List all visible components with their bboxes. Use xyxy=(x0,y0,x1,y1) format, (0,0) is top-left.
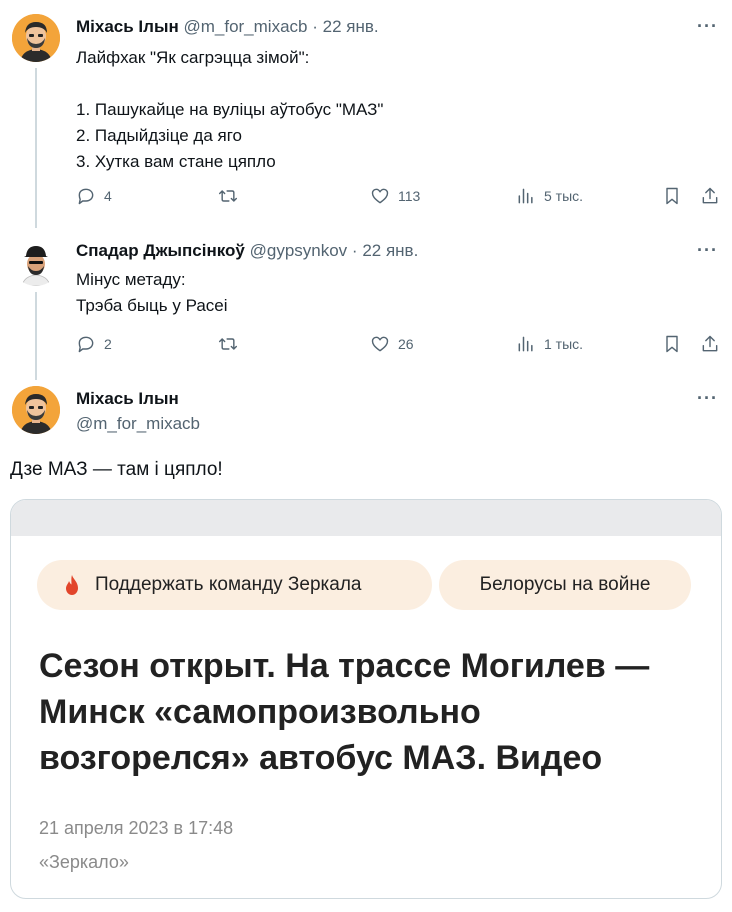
bookmark-button[interactable] xyxy=(662,186,682,206)
avatar[interactable] xyxy=(12,238,60,286)
bookmark-icon xyxy=(666,335,678,353)
retweet-icon xyxy=(218,190,238,202)
separator: · xyxy=(312,17,318,36)
separator: · xyxy=(351,241,358,260)
like-button[interactable]: 113 xyxy=(370,186,420,206)
tweet-text: Мінус метаду: Трэба быць у Расеі xyxy=(76,270,228,315)
reply-icon xyxy=(78,188,94,205)
reply-icon xyxy=(78,336,94,353)
retweet-icon xyxy=(218,338,238,350)
more-options-icon[interactable]: ··· xyxy=(697,388,718,409)
more-options-icon[interactable]: ··· xyxy=(697,240,718,261)
avatar[interactable] xyxy=(12,386,60,434)
thread-line xyxy=(35,292,37,380)
author-handle[interactable]: @m_for_mixacb xyxy=(76,414,200,434)
support-button[interactable]: Поддержать команду Зеркала xyxy=(37,560,432,610)
more-options-icon[interactable]: ··· xyxy=(697,16,718,37)
author-handle[interactable]: @m_for_mixacb xyxy=(183,17,307,36)
avatar[interactable] xyxy=(12,14,60,62)
avatar-portrait-icon xyxy=(12,238,60,286)
like-button[interactable]: 26 xyxy=(370,334,414,354)
belarusians-at-war-label: Белорусы на войне xyxy=(479,574,651,595)
author-name[interactable]: Спадар Джыпсінкоў xyxy=(76,241,245,260)
tweet-text: Дзе МАЗ — там і цяпло! xyxy=(10,459,223,480)
like-count: 26 xyxy=(398,336,414,352)
like-icon xyxy=(371,188,389,204)
author-name[interactable]: Міхась Ілын xyxy=(76,389,179,409)
like-count: 113 xyxy=(398,188,421,204)
tweet-text: Лайфхак "Як сагрэцца зімой": 1. Пашукайц… xyxy=(76,48,384,171)
views-button[interactable]: 1 тыс. xyxy=(516,334,583,354)
reply-count: 4 xyxy=(104,188,112,204)
tweet-date[interactable]: 22 янв. xyxy=(323,17,379,36)
author-handle[interactable]: @gypsynkov xyxy=(250,241,348,260)
share-icon xyxy=(702,187,718,204)
tweet-actions: 2 26 1 тыс. xyxy=(76,334,720,358)
support-button-label: Поддержать команду Зеркала xyxy=(95,574,362,595)
tweet-date[interactable]: 22 янв. xyxy=(362,241,418,260)
retweet-button[interactable] xyxy=(218,186,238,206)
like-icon xyxy=(371,336,389,352)
avatar-portrait-icon xyxy=(12,386,60,434)
author-name[interactable]: Міхась Ілын xyxy=(76,17,179,36)
bookmark-button[interactable] xyxy=(662,334,682,354)
link-preview-card[interactable]: Поддержать команду Зеркала Белорусы на в… xyxy=(10,499,722,899)
share-button[interactable] xyxy=(700,334,720,354)
views-count: 1 тыс. xyxy=(544,336,584,352)
retweet-button[interactable] xyxy=(218,334,238,354)
article-date: 21 апреля 2023 в 17:48 xyxy=(39,818,234,838)
avatar-portrait-icon xyxy=(12,14,60,62)
bookmark-icon xyxy=(666,187,678,205)
tweet-actions: 4 113 5 тыс. xyxy=(76,186,720,210)
card-header-bar xyxy=(11,500,721,536)
views-icon xyxy=(518,336,533,352)
reply-button[interactable]: 4 xyxy=(76,186,112,206)
views-count: 5 тыс. xyxy=(544,188,584,204)
belarusians-at-war-button[interactable]: Белорусы на войне xyxy=(439,560,691,610)
thread-line xyxy=(35,68,37,228)
views-icon xyxy=(518,188,533,204)
views-button[interactable]: 5 тыс. xyxy=(516,186,583,206)
tweet-header: Спадар Джыпсінкоў @gypsynkov · 22 янв. xyxy=(76,241,418,261)
share-icon xyxy=(702,335,718,352)
tweet-header: Міхась Ілын @m_for_mixacb · 22 янв. xyxy=(76,17,379,37)
share-button[interactable] xyxy=(700,186,720,206)
article-source: «Зеркало» xyxy=(39,852,129,872)
flame-icon xyxy=(66,575,78,595)
reply-button[interactable]: 2 xyxy=(76,334,112,354)
reply-count: 2 xyxy=(104,336,112,352)
article-headline[interactable]: Сезон открыт. На трассе Могилев — Минск … xyxy=(39,643,699,781)
